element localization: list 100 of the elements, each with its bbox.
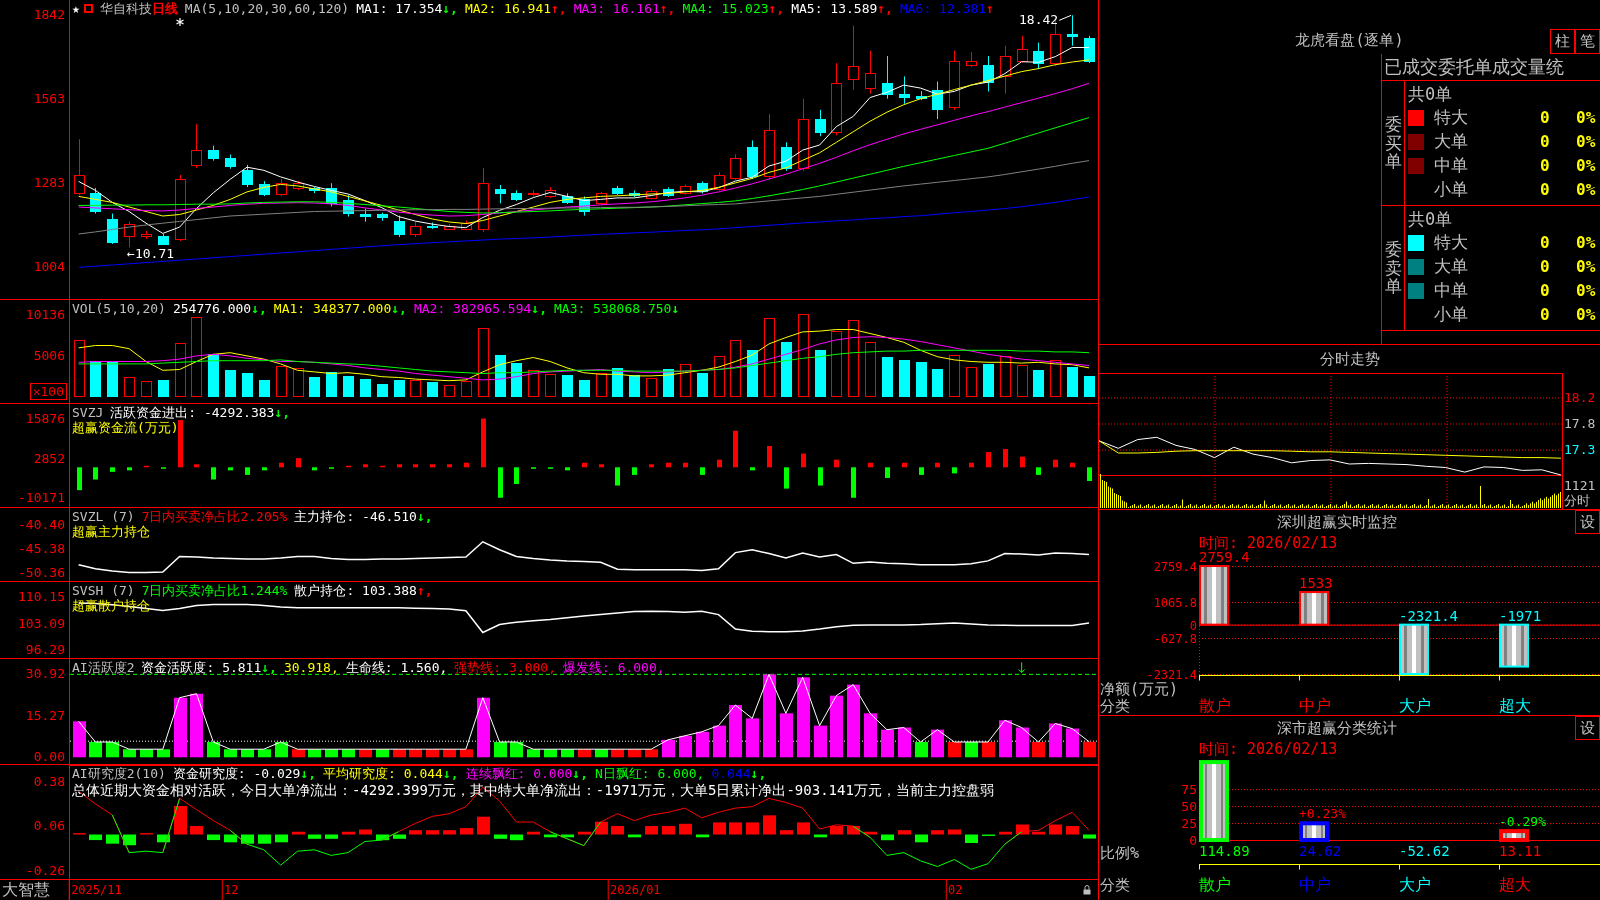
order-type-label: 大单 <box>1434 256 1468 276</box>
square-marker-icon <box>83 4 93 13</box>
axis-title: 比例% <box>1100 844 1140 862</box>
panel-title: 分时走势 <box>1319 350 1380 368</box>
value-label: 114.89 <box>1199 843 1250 859</box>
time-label: 时间: 2026/02/13 <box>1199 740 1338 758</box>
legend-text: MA3: 16.161 <box>573 1 660 16</box>
axis-label: 5006 <box>33 348 65 363</box>
axis-title: 净额(万元) <box>1100 680 1179 698</box>
date-label: 12 <box>221 880 239 900</box>
legend-text: N日飘红: 6.000, <box>595 766 705 781</box>
legend-text: MA1: 17.354 <box>356 1 443 16</box>
legend-text: ↓, <box>274 405 291 420</box>
legend-text: MA(5,10,20,30,60,120) <box>184 1 350 16</box>
legend-text: MA1: 348377.000 <box>273 301 392 316</box>
group-label: 委卖单 <box>1384 239 1402 297</box>
order-count: 0 <box>1540 257 1550 276</box>
order-type-label: 中单 <box>1434 280 1468 300</box>
legend-text: MA3: 538068.750 <box>554 301 672 316</box>
legend-text: MA6: 12.381 <box>899 1 987 16</box>
legend-text: ↓, <box>416 509 433 524</box>
axis-label: -50.36 <box>18 566 65 581</box>
legend-text: ↓, <box>572 766 588 781</box>
view-toggle-button[interactable]: 柱 <box>1550 29 1575 54</box>
date-label: 02 <box>946 880 963 900</box>
settings-button[interactable]: 设 <box>1575 716 1600 740</box>
order-share: 0% <box>1576 108 1596 128</box>
panel-title: 深市超赢分类统计 <box>1277 719 1397 737</box>
panel-title: 深圳超赢实时监控 <box>1277 513 1397 531</box>
axis-label: 分时 <box>1564 494 1590 508</box>
axis-label: 0.38 <box>33 774 65 789</box>
date-label: 2026/01 <box>608 880 661 900</box>
order-count: 0 <box>1540 156 1550 175</box>
axis-label: 15.27 <box>25 709 65 724</box>
axis-label: 17.3 <box>1564 443 1596 458</box>
order-count: 0 <box>1540 180 1550 199</box>
legend-text: SVZL (7) <box>72 509 135 524</box>
axis-label: -2321.4 <box>1146 668 1197 682</box>
group-label: 委买单 <box>1384 114 1402 172</box>
order-count: 0 <box>1540 108 1550 127</box>
legend-text: ↑, <box>768 1 785 16</box>
category-label: 中户 <box>1299 875 1331 894</box>
axis-label: 0 <box>1189 833 1197 848</box>
legend-text: MA5: 13.589 <box>791 1 878 16</box>
axis-label: 0.06 <box>33 819 65 834</box>
axis-label: 2759.4 <box>1153 560 1197 574</box>
legend-text: 强势线: 3.000, <box>454 660 556 675</box>
value-label: -1971 <box>1499 607 1542 624</box>
axis-label: 15876 <box>25 411 65 426</box>
order-type-label: 小单 <box>1434 179 1468 199</box>
legend-text: 爆发线: 6.000, <box>563 660 665 675</box>
axis-label: 0 <box>1189 618 1197 633</box>
legend-text: 0.044 <box>711 766 751 781</box>
view-toggle-button[interactable]: 笔 <box>1575 29 1600 54</box>
legend-text: 散户持仓: 103.388 <box>294 583 417 598</box>
price-label: 18.42 <box>1019 12 1059 28</box>
order-type-label: 大单 <box>1434 131 1468 151</box>
axis-label: -45.38 <box>18 542 65 557</box>
order-share: 0% <box>1576 257 1596 277</box>
settings-button[interactable]: 设 <box>1575 510 1600 534</box>
axis-title: 分类 <box>1100 697 1130 715</box>
order-share: 0% <box>1576 132 1596 152</box>
legend-text: ↑, <box>551 1 567 16</box>
legend-text: ↓, <box>442 1 458 16</box>
legend-text: ↓, <box>750 766 767 781</box>
axis-label: 1065.8 <box>1153 596 1197 610</box>
legend-text: 30.918, <box>283 660 339 675</box>
lock-icon <box>1083 885 1091 895</box>
table-title: 已成交委托单成交量统 <box>1384 56 1564 78</box>
legend-text: ↓, <box>442 766 459 781</box>
total-label: 共0单 <box>1408 208 1453 229</box>
axis-label: 1283 <box>33 176 65 191</box>
value-label: -52.62 <box>1399 843 1450 859</box>
legend-text: SVSH (7) <box>72 583 135 598</box>
date-label: 2025/11 <box>69 880 122 900</box>
legend-text: ↓ <box>671 301 680 316</box>
category-label: 散户 <box>1199 696 1231 715</box>
brand-label: 大智慧 <box>2 881 50 899</box>
order-count: 0 <box>1540 233 1550 252</box>
category-label: 散户 <box>1199 875 1231 894</box>
order-type-label: 特大 <box>1434 232 1468 252</box>
legend-text: 主力持仓: -46.510 <box>294 509 417 524</box>
legend-text: 资金研究度: -0.029 <box>172 766 301 781</box>
axis-label: -10171 <box>18 491 65 506</box>
legend-text: MA2: 16.941 <box>464 1 552 16</box>
legend-text: 超赢主力持仓 <box>72 524 150 539</box>
axis-label: 1842 <box>33 8 65 23</box>
order-share: 0% <box>1576 305 1596 325</box>
axis-label: 17.8 <box>1564 417 1596 431</box>
axis-label: 96.29 <box>25 643 65 657</box>
asterisk-icon <box>176 18 184 26</box>
legend-text: ↑, <box>659 1 676 16</box>
legend-text: 254776.000 <box>172 301 252 316</box>
order-share: 0% <box>1576 233 1596 253</box>
axis-label: 50 <box>1181 799 1197 815</box>
axis-label: 1563 <box>33 92 65 107</box>
category-label: 大户 <box>1399 875 1431 894</box>
legend-text: ↑, <box>877 1 893 16</box>
order-count: 0 <box>1540 281 1550 300</box>
category-label: 超大 <box>1499 696 1531 715</box>
